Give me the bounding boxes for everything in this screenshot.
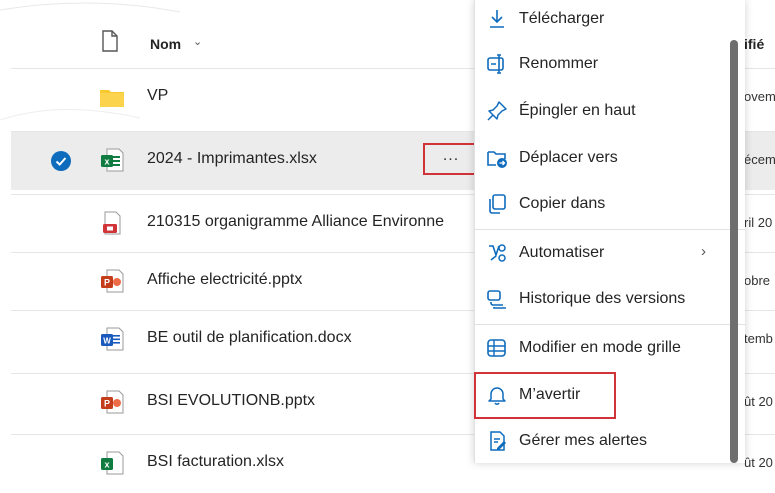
file-name[interactable]: Affiche electricité.pptx [147,271,302,289]
modified-date: écem [744,152,775,167]
menu-separator [475,229,745,230]
menu-item-grid-edit[interactable]: Modifier en mode grille [475,327,745,369]
scrollbar[interactable] [730,40,738,463]
column-header-name[interactable]: Nom [150,36,181,52]
menu-item-label: Copier dans [519,195,606,212]
menu-item-manage-alerts[interactable]: Gérer mes alertes [475,420,745,462]
chevron-right-icon: › [701,243,706,260]
highlight-more-actions [423,143,479,175]
rename-icon [487,54,504,74]
pin-icon [487,101,507,121]
modified-date: obre [744,273,771,288]
highlight-notify [474,372,616,419]
column-header-modified[interactable]: ifié [744,36,764,52]
menu-item-label: Renommer [519,55,599,72]
file-type-icon [102,30,118,52]
history-icon [487,290,506,309]
file-name[interactable]: BSI facturation.xlsx [147,453,284,471]
modified-date: ril 20 [744,215,773,230]
chevron-down-icon[interactable]: ⌄ [193,35,202,48]
menu-item-label: Gérer mes alertes [519,432,648,449]
menu-item-copy[interactable]: Copier dans [475,183,745,225]
file-name[interactable]: 210315 organigramme Alliance Environne [147,213,444,231]
automate-icon [489,244,506,262]
move-folder-icon [487,151,507,168]
modified-date: ût 20 [744,394,773,409]
menu-item-label: Télécharger [519,10,605,27]
modified-date: ovem [744,89,775,104]
manage-alerts-icon [490,431,506,451]
file-name[interactable]: VP [147,87,168,105]
file-name[interactable]: 2024 - Imprimantes.xlsx [147,150,317,168]
menu-item-move[interactable]: Déplacer vers [475,137,745,179]
menu-item-label: Déplacer vers [519,149,618,166]
menu-item-label: Modifier en mode grille [519,339,681,356]
menu-separator [475,324,745,325]
menu-item-version-history[interactable]: Historique des versions [475,278,745,320]
copy-icon [489,194,506,214]
menu-item-label: Automatiser [519,244,605,261]
modified-date: temb [744,331,773,346]
menu-item-download[interactable]: Télécharger [475,0,745,40]
menu-item-pin[interactable]: Épingler en haut [475,90,745,132]
menu-item-label: Historique des versions [519,290,686,307]
file-name[interactable]: BE outil de planification.docx [147,329,352,347]
menu-item-automate[interactable]: Automatiser › [475,232,745,274]
grid-edit-icon [487,339,506,357]
download-icon [490,10,504,28]
menu-item-label: Épingler en haut [519,102,636,119]
menu-item-rename[interactable]: Renommer [475,43,745,85]
file-name[interactable]: BSI EVOLUTIONB.pptx [147,392,315,410]
